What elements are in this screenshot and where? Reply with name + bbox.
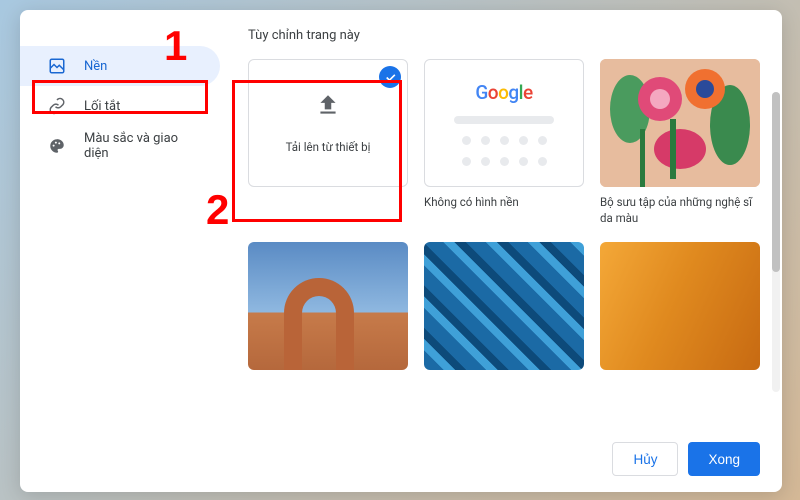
artists-collection-tile[interactable] (600, 59, 760, 187)
tile-label: Không có hình nền (424, 195, 584, 211)
no-background-tile[interactable]: Google (424, 59, 584, 187)
shortcut-dots-row (462, 136, 547, 145)
upload-tile[interactable]: Tải lên từ thiết bị (248, 59, 408, 187)
sidebar-item-label: Nền (84, 59, 107, 74)
palette-icon (48, 137, 66, 155)
annotation-number-1: 1 (164, 22, 187, 70)
tile-texture-wrap (424, 242, 584, 370)
upload-icon (315, 92, 341, 122)
upload-tile-label: Tải lên từ thiết bị (286, 140, 371, 154)
shortcut-dots-row (462, 157, 547, 166)
google-logo: Google (475, 81, 532, 104)
sidebar-item-background[interactable]: Nền (20, 46, 220, 86)
background-grid: Tải lên từ thiết bị Google Không có hình… (248, 59, 774, 380)
link-icon (48, 97, 66, 115)
tile-landscape-wrap (248, 242, 408, 370)
sidebar-item-shortcuts[interactable]: Lối tắt (20, 86, 220, 126)
tile-upload-wrap: Tải lên từ thiết bị (248, 59, 408, 226)
tile-label: Bộ sưu tập của những nghệ sĩ da màu (600, 195, 760, 226)
searchbar-placeholder-shape (454, 116, 554, 124)
content-area: Tùy chỉnh trang này Tải lên từ thiết bị (230, 10, 782, 430)
sidebar-item-theme[interactable]: Màu sắc và giao diện (20, 126, 220, 166)
image-frame-icon (48, 57, 66, 75)
texture-collection-tile[interactable] (424, 242, 584, 370)
done-button[interactable]: Xong (688, 442, 760, 476)
dialog-footer: Hủy Xong (20, 430, 782, 492)
tile-artists-wrap: Bộ sưu tập của những nghệ sĩ da màu (600, 59, 760, 226)
sidebar-item-label: Lối tắt (84, 99, 120, 114)
life-collection-tile[interactable] (600, 242, 760, 370)
tile-life-wrap (600, 242, 760, 370)
selected-check-icon (379, 66, 401, 88)
page-title: Tùy chỉnh trang này (248, 28, 774, 43)
annotation-number-2: 2 (206, 186, 229, 234)
dialog-body: Nền Lối tắt Màu sắc và giao diện Tùy chỉ… (20, 10, 782, 430)
flower-art-icon (600, 59, 760, 187)
landscape-collection-tile[interactable] (248, 242, 408, 370)
scrollbar-thumb[interactable] (772, 92, 780, 272)
customize-dialog: Nền Lối tắt Màu sắc và giao diện Tùy chỉ… (20, 10, 782, 492)
cancel-button[interactable]: Hủy (612, 442, 678, 476)
sidebar: Nền Lối tắt Màu sắc và giao diện (20, 10, 230, 430)
tile-none-wrap: Google Không có hình nền (424, 59, 584, 226)
sidebar-item-label: Màu sắc và giao diện (84, 131, 202, 161)
